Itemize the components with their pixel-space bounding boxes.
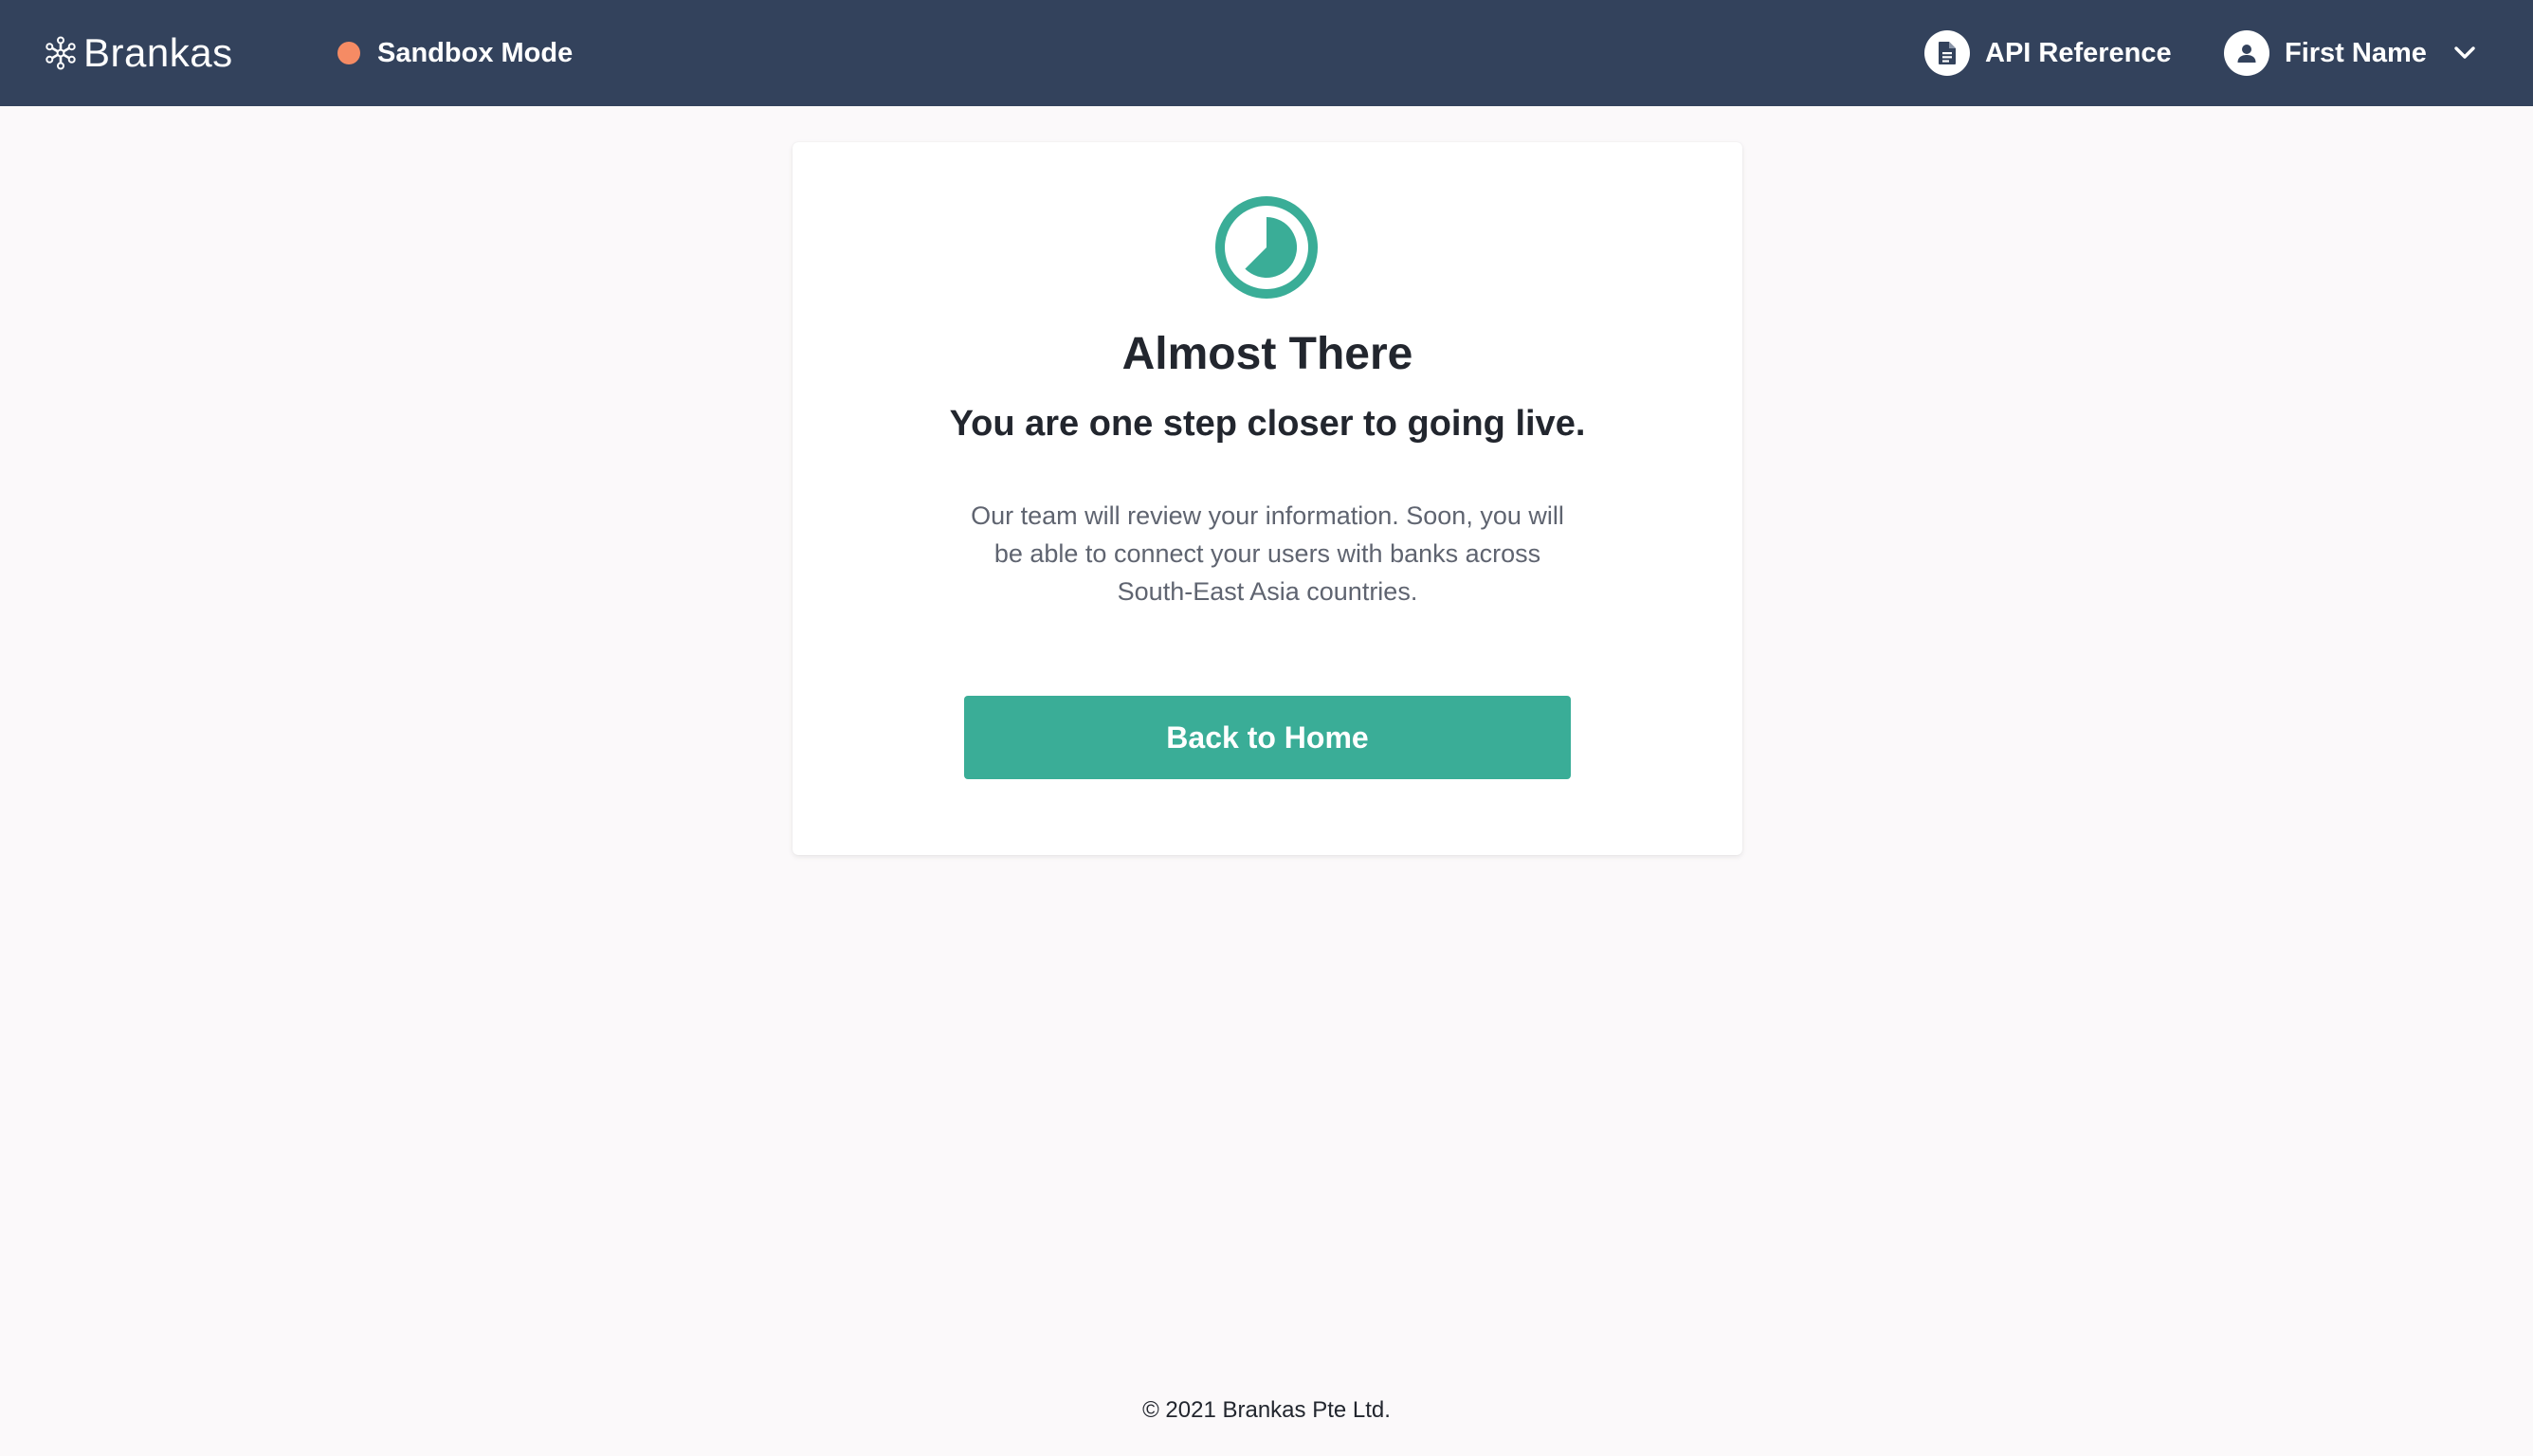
brand-name: Brankas [83,30,233,75]
user-menu-dropdown[interactable]: First Name [2224,30,2478,76]
top-navigation-bar: Brankas Sandbox Mode API Reference First… [0,0,2533,106]
user-name-label: First Name [2285,37,2427,68]
page-subtitle: You are one step closer to going live. [949,404,1586,444]
sandbox-mode-indicator: Sandbox Mode [337,32,573,74]
api-reference-label: API Reference [1985,37,2172,68]
api-reference-link[interactable]: API Reference [1924,30,2172,76]
review-description: Our team will review your information. S… [971,501,1564,606]
brand-logo[interactable]: Brankas [44,25,233,82]
sandbox-mode-label: Sandbox Mode [377,37,574,68]
status-card: Almost There You are one step closer to … [793,142,1742,855]
back-to-home-button[interactable]: Back to Home [964,696,1571,779]
snowflake-logo-icon [46,36,76,70]
copyright-footer: © 2021 Brankas Pte Ltd. [1142,1397,1391,1423]
clock-pending-icon [1215,196,1318,299]
sandbox-status-dot [337,42,360,64]
user-avatar-icon [2224,30,2269,76]
chevron-down-icon[interactable] [2451,40,2478,66]
document-icon [1924,30,1970,76]
page-title: Almost There [1121,329,1413,379]
